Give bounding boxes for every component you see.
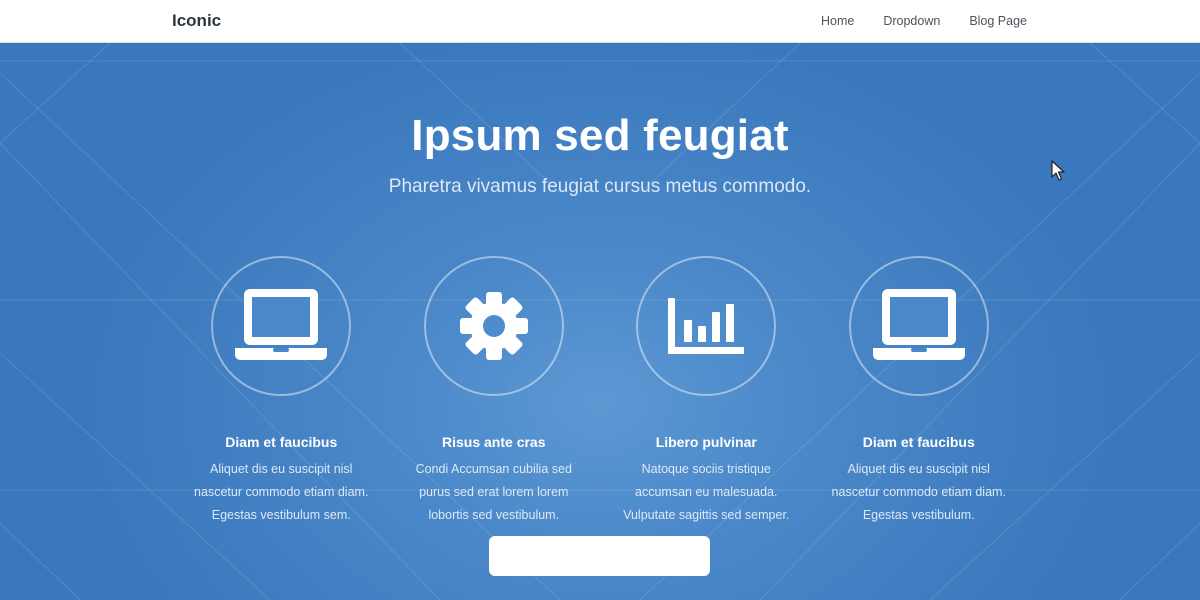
nav-link-home[interactable]: Home <box>821 14 854 28</box>
feature-item: Risus ante cras Condi Accumsan cubilia s… <box>388 256 601 527</box>
feature-line: Aliquet dis eu suscipit nisl <box>210 462 353 476</box>
feature-description: Condi Accumsan cubilia sed purus sed era… <box>394 458 594 527</box>
feature-line: Egestas vestibulum. <box>862 508 975 522</box>
nav-link-blog-page[interactable]: Blog Page <box>969 14 1027 28</box>
feature-line: nascetur commodo etiam diam. <box>831 485 1006 499</box>
features-row: Diam et faucibus Aliquet dis eu suscipit… <box>175 256 1025 527</box>
feature-line: purus sed erat lorem lorem <box>419 485 569 499</box>
feature-line: lobortis sed vestibulum. <box>428 508 560 522</box>
hero-subtitle: Pharetra vivamus feugiat cursus metus co… <box>388 176 812 197</box>
feature-icon-circle <box>423 256 564 396</box>
gear-icon <box>459 292 528 360</box>
feature-icon-circle <box>211 256 352 396</box>
hero-section: Ipsum sed feugiat Pharetra vivamus feugi… <box>0 43 1200 600</box>
cta-button[interactable] <box>489 536 710 576</box>
feature-item: Libero pulvinar Natoque sociis tristique… <box>600 256 813 527</box>
top-navbar: Iconic Home Dropdown Blog Page <box>0 0 1200 43</box>
feature-description: Aliquet dis eu suscipit nisl nascetur co… <box>819 458 1019 527</box>
nav-link-dropdown[interactable]: Dropdown <box>883 14 940 28</box>
feature-icon-circle <box>848 256 989 396</box>
feature-line: Natoque sociis tristique <box>641 462 771 476</box>
laptop-icon <box>872 289 965 360</box>
feature-title: Diam et faucibus <box>225 434 338 450</box>
laptop-icon <box>235 289 328 360</box>
feature-icon-circle <box>636 256 777 396</box>
feature-title: Diam et faucibus <box>862 434 975 450</box>
hero-title: Ipsum sed feugiat <box>411 111 789 160</box>
feature-item: Diam et faucibus Aliquet dis eu suscipit… <box>175 256 388 527</box>
feature-description: Natoque sociis tristique accumsan eu mal… <box>606 458 806 527</box>
feature-title: Libero pulvinar <box>655 434 757 450</box>
bar-chart-icon <box>668 298 745 354</box>
brand-logo[interactable]: Iconic <box>172 11 221 31</box>
mouse-pointer-icon <box>1051 160 1065 181</box>
feature-line: Egestas vestibulum sem. <box>211 508 351 522</box>
nav-links: Home Dropdown Blog Page <box>821 14 1027 28</box>
feature-line: Vulputate sagittis sed semper. <box>623 508 790 522</box>
feature-line: accumsan eu malesuada. <box>635 485 778 499</box>
feature-line: Condi Accumsan cubilia sed <box>415 462 572 476</box>
feature-line: nascetur commodo etiam diam. <box>194 485 369 499</box>
feature-item: Diam et faucibus Aliquet dis eu suscipit… <box>813 256 1026 527</box>
feature-title: Risus ante cras <box>442 434 546 450</box>
feature-description: Aliquet dis eu suscipit nisl nascetur co… <box>181 458 381 527</box>
page: Iconic Home Dropdown Blog Page Ipsum sed… <box>0 0 1200 600</box>
feature-line: Aliquet dis eu suscipit nisl <box>847 462 990 476</box>
